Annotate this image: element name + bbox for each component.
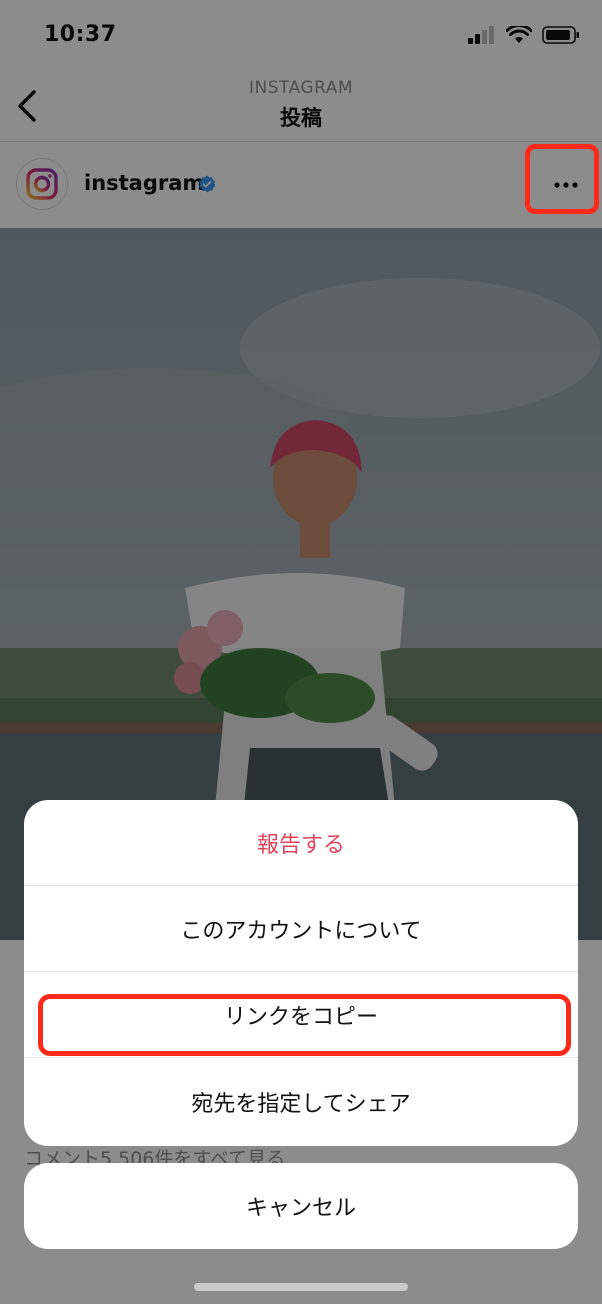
home-indicator[interactable]: [194, 1283, 408, 1291]
more-button-highlight: [525, 144, 599, 214]
about-account-button[interactable]: このアカウントについて: [24, 886, 578, 972]
share-to-button[interactable]: 宛先を指定してシェア: [24, 1058, 578, 1146]
report-button[interactable]: 報告する: [24, 800, 578, 886]
copy-link-highlight: [38, 994, 571, 1056]
cancel-button[interactable]: キャンセル: [24, 1163, 578, 1249]
action-sheet: 報告する このアカウントについて リンクをコピー 宛先を指定してシェア: [24, 800, 578, 1146]
